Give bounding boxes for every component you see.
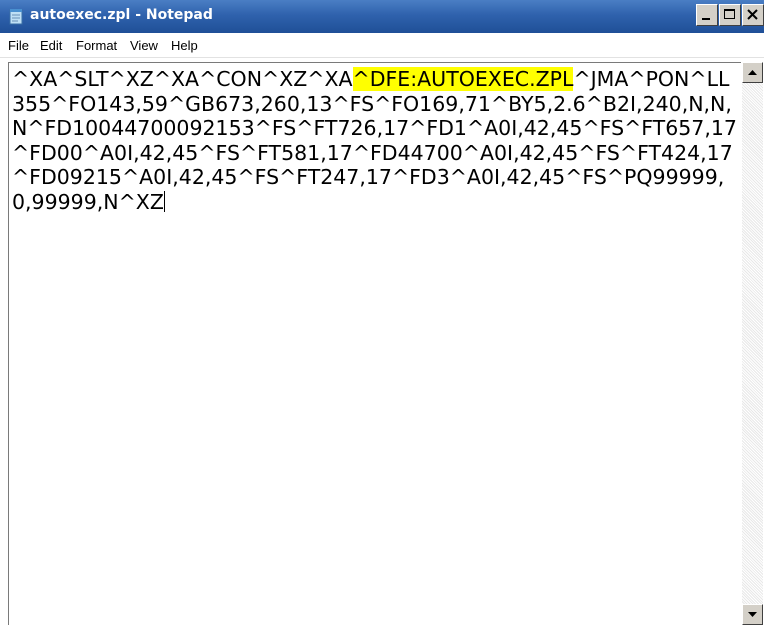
close-button[interactable] [742, 4, 764, 26]
text-before-selection: ^XA^SLT^XZ^XA^CON^XZ^XA [12, 67, 353, 91]
menu-help[interactable]: Help [171, 38, 198, 53]
scroll-down-button[interactable] [742, 604, 763, 625]
highlighted-text: ^DFE:AUTOEXEC.ZPL [352, 67, 574, 91]
close-icon [747, 9, 758, 20]
minimize-icon [702, 18, 710, 20]
menu-edit[interactable]: Edit [40, 38, 62, 53]
notepad-icon[interactable] [8, 8, 24, 25]
window-controls [695, 4, 764, 28]
menu-file[interactable]: File [8, 38, 29, 53]
title-bar[interactable]: autoexec.zpl - Notepad [0, 0, 764, 33]
document-text[interactable]: ^XA^SLT^XZ^XA^CON^XZ^XA^DFE:AUTOEXEC.ZPL… [12, 67, 741, 214]
menu-view[interactable]: View [130, 38, 158, 53]
notepad-window: autoexec.zpl - Notepad File Edit Format … [0, 0, 764, 625]
menu-bar: File Edit Format View Help [0, 33, 764, 58]
scroll-up-arrow-icon [748, 70, 757, 75]
scroll-up-button[interactable] [742, 62, 763, 83]
vertical-scrollbar[interactable] [742, 62, 763, 625]
text-editor-area[interactable]: ^XA^SLT^XZ^XA^CON^XZ^XA^DFE:AUTOEXEC.ZPL… [8, 62, 741, 625]
text-caret [163, 190, 165, 212]
maximize-icon [724, 9, 735, 19]
minimize-button[interactable] [696, 4, 718, 26]
window-title: autoexec.zpl - Notepad [30, 7, 213, 23]
menu-format[interactable]: Format [76, 38, 117, 53]
maximize-button[interactable] [719, 4, 741, 26]
scroll-down-arrow-icon [748, 612, 757, 617]
